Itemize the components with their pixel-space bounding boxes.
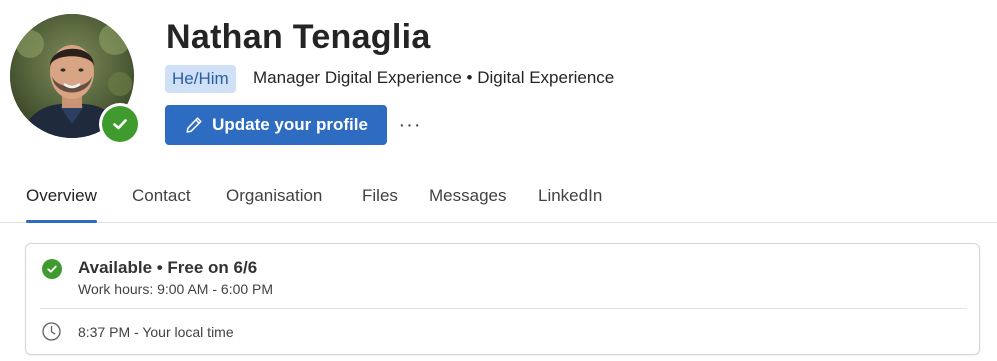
- tab-organisation[interactable]: Organisation: [226, 186, 322, 222]
- tab-contact[interactable]: Contact: [132, 186, 191, 222]
- local-time: 8:37 PM - Your local time: [78, 324, 234, 340]
- tab-files[interactable]: Files: [362, 186, 398, 222]
- more-options-button[interactable]: ···: [398, 112, 422, 138]
- availability-status: Available • Free on 6/6: [78, 258, 258, 277]
- avatar-container: [10, 14, 141, 145]
- pronouns-badge: He/Him: [165, 65, 236, 93]
- tab-linkedin[interactable]: LinkedIn: [538, 186, 602, 222]
- presence-available-indicator: [102, 106, 138, 142]
- profile-page: Nathan Tenaglia He/Him Manager Digital E…: [0, 0, 997, 361]
- clock-icon: [42, 322, 61, 341]
- check-icon: [113, 119, 127, 130]
- work-hours: Work hours: 9:00 AM - 6:00 PM: [78, 281, 274, 297]
- check-circle-icon: [42, 259, 62, 279]
- pencil-icon: [186, 117, 202, 133]
- job-title-department: Manager Digital Experience • Digital Exp…: [253, 68, 615, 87]
- availability-card: Available • Free on 6/6 Work hours: 9:00…: [25, 243, 980, 355]
- update-profile-button[interactable]: Update your profile: [165, 105, 387, 145]
- divider: [40, 308, 967, 309]
- profile-tabs: Overview Contact Organisation Files Mess…: [0, 178, 997, 223]
- tab-overview[interactable]: Overview: [26, 186, 97, 223]
- tab-messages[interactable]: Messages: [429, 186, 506, 222]
- presence-badge: [99, 103, 141, 145]
- profile-name: Nathan Tenaglia: [166, 18, 431, 56]
- update-profile-label: Update your profile: [212, 115, 368, 134]
- more-icon: ···: [398, 113, 422, 136]
